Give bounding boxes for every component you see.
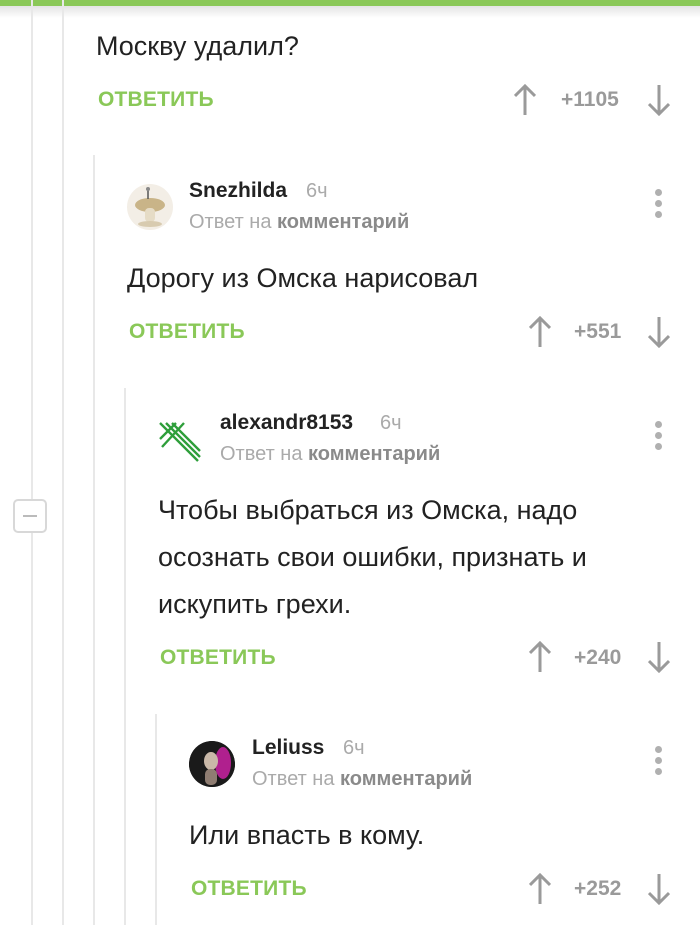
more-vertical-icon[interactable] [655, 746, 663, 780]
reply-to-line: Ответ на комментарий [189, 211, 409, 234]
stripes-avatar-icon [159, 422, 201, 462]
collapse-thread-button[interactable] [13, 499, 47, 533]
more-vertical-icon[interactable] [655, 421, 663, 455]
comment-text-line-2: осознать свои ошибки, признать и [158, 542, 587, 572]
comment-time: 6ч [380, 412, 402, 434]
thread-line-level-1 [31, 0, 33, 925]
more-vertical-icon[interactable] [655, 189, 663, 223]
arrow-down-icon[interactable] [648, 316, 670, 348]
comment-time: 6ч [306, 180, 328, 202]
thread-line-level-2 [62, 0, 64, 925]
avatar[interactable] [189, 741, 235, 787]
comment-score: +1105 [561, 88, 619, 111]
reply-button[interactable]: ОТВЕТИТЬ [160, 646, 276, 670]
comment-text: Дорогу из Омска нарисовал [127, 263, 479, 293]
author-name[interactable]: alexandr8153 [220, 411, 353, 435]
reply-button[interactable]: ОТВЕТИТЬ [129, 320, 245, 344]
reply-button[interactable]: ОТВЕТИТЬ [191, 877, 307, 901]
thread-line-level-3 [93, 155, 95, 925]
arrow-up-icon[interactable] [514, 84, 536, 116]
header-shadow [0, 6, 700, 18]
arrow-up-icon[interactable] [529, 316, 551, 348]
author-name[interactable]: Snezhilda [189, 179, 287, 203]
author-name[interactable]: Leliuss [252, 736, 324, 760]
arrow-down-icon[interactable] [648, 873, 670, 905]
reply-to-link[interactable]: комментарий [340, 768, 472, 790]
comment-score: +240 [574, 646, 622, 669]
reply-to-link[interactable]: комментарий [277, 211, 409, 233]
thread-line-level-5 [155, 714, 157, 925]
thread-line-level-4 [124, 388, 126, 925]
avatar[interactable] [127, 184, 173, 230]
arrow-up-icon[interactable] [529, 873, 551, 905]
reply-to-prefix: Ответ на [220, 443, 303, 465]
comment-text: Москву удалил? [96, 31, 299, 61]
comment-time: 6ч [343, 737, 365, 759]
reply-to-prefix: Ответ на [189, 211, 272, 233]
dark-portrait-avatar-icon [189, 741, 235, 787]
comment-score: +252 [574, 877, 622, 900]
mushroom-avatar-icon [135, 187, 165, 227]
avatar[interactable] [158, 417, 204, 463]
reply-to-line: Ответ на комментарий [220, 443, 440, 466]
arrow-up-icon[interactable] [529, 641, 551, 673]
reply-to-prefix: Ответ на [252, 768, 335, 790]
reply-button[interactable]: ОТВЕТИТЬ [98, 88, 214, 112]
reply-to-link[interactable]: комментарий [308, 443, 440, 465]
comment-text-line-3: искупить грехи. [158, 589, 352, 619]
comment-text-line-1: Чтобы выбраться из Омска, надо [158, 495, 578, 525]
comment-text: Или впасть в кому. [189, 820, 425, 850]
comment-score: +551 [574, 320, 622, 343]
arrow-down-icon[interactable] [648, 641, 670, 673]
reply-to-line: Ответ на комментарий [252, 768, 472, 791]
minus-icon [23, 515, 37, 517]
arrow-down-icon[interactable] [648, 84, 670, 116]
